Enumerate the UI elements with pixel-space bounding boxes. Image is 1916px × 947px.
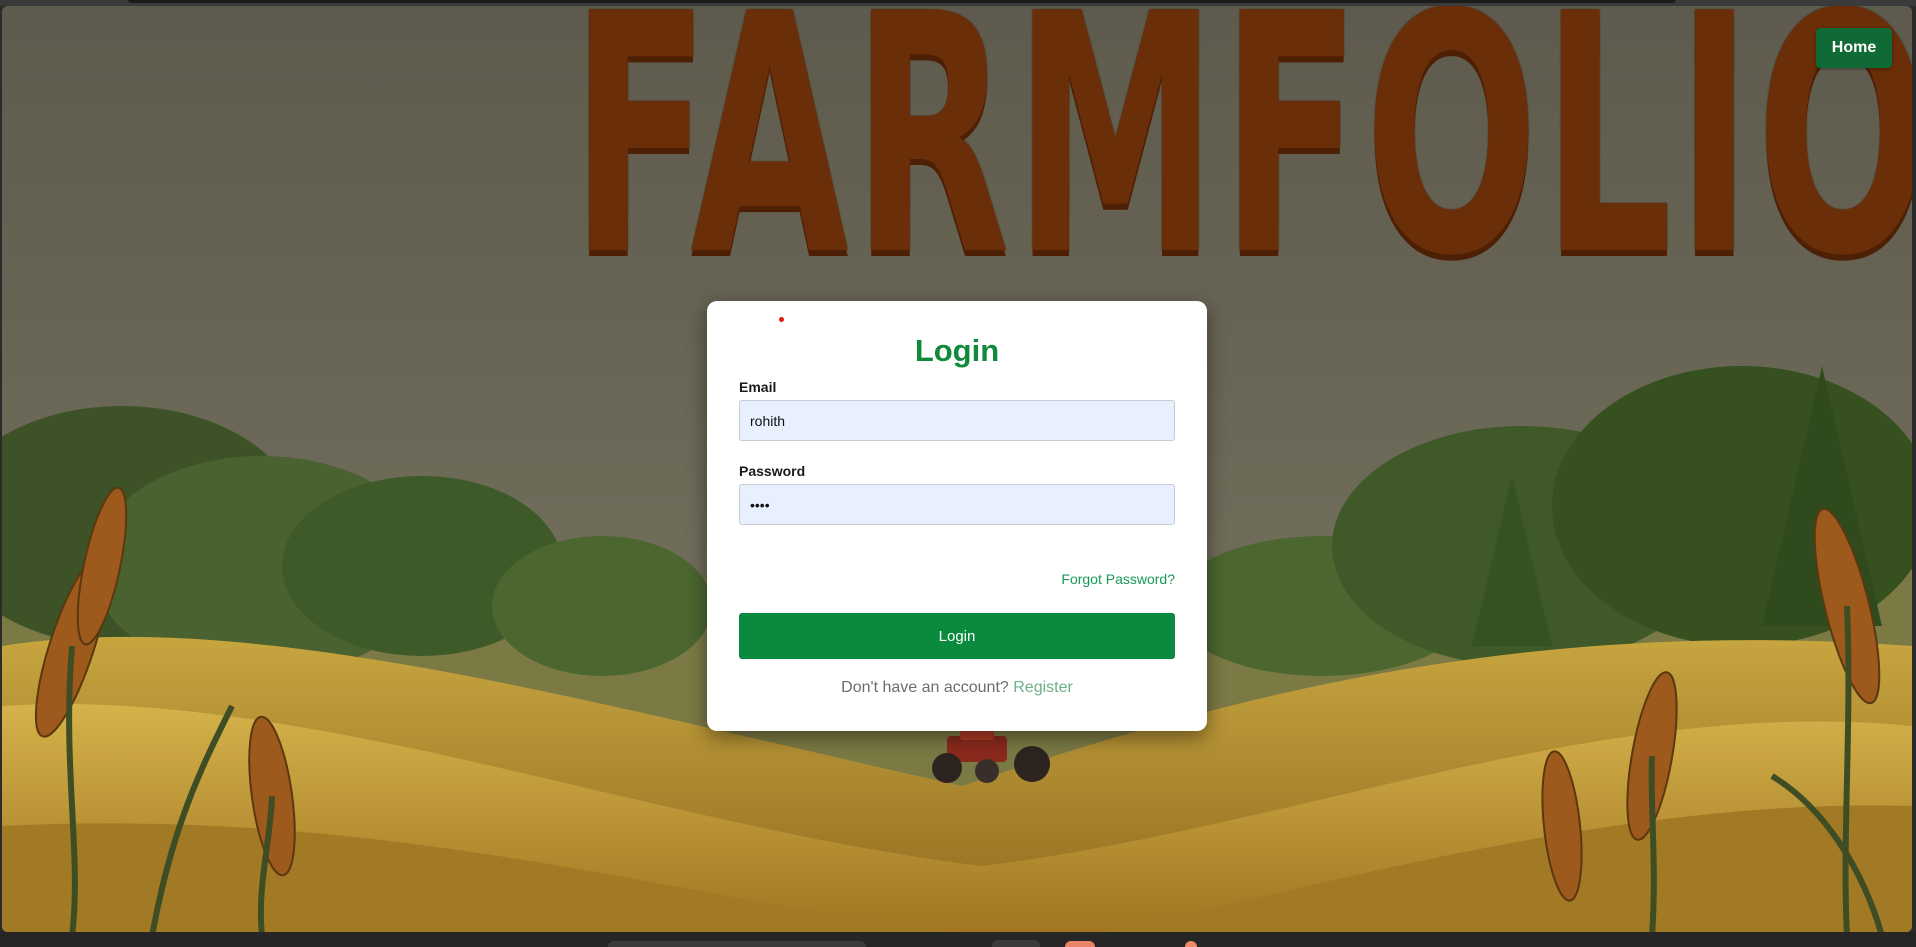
taskbar-item[interactable] <box>1065 941 1095 947</box>
register-prompt-text: Don't have an account? <box>841 679 1009 696</box>
forgot-password-link[interactable]: Forgot Password? <box>1061 571 1175 587</box>
taskbar-item[interactable] <box>1185 941 1197 947</box>
farmfolio-brand-logo: FARMFOLIO <box>570 6 1912 328</box>
login-submit-button[interactable]: Login <box>739 613 1175 659</box>
email-input[interactable] <box>739 400 1175 441</box>
taskbar-item[interactable] <box>608 941 866 947</box>
email-label: Email <box>739 379 777 395</box>
browser-tab-strip <box>128 0 1676 3</box>
password-label: Password <box>739 463 806 479</box>
taskbar <box>0 932 1916 947</box>
home-button[interactable]: Home <box>1816 28 1892 68</box>
taskbar-item[interactable] <box>992 940 1040 947</box>
page-viewport: FARMFOLIO Home Login Email Password Forg… <box>2 6 1912 932</box>
register-link[interactable]: Register <box>1013 679 1073 696</box>
login-card: Login Email Password Forgot Password? Lo… <box>707 301 1207 731</box>
password-input[interactable] <box>739 484 1175 525</box>
cursor-indicator-dot <box>779 317 784 322</box>
register-prompt-line: Don't have an account? Register <box>707 679 1207 697</box>
login-title: Login <box>914 333 1000 368</box>
